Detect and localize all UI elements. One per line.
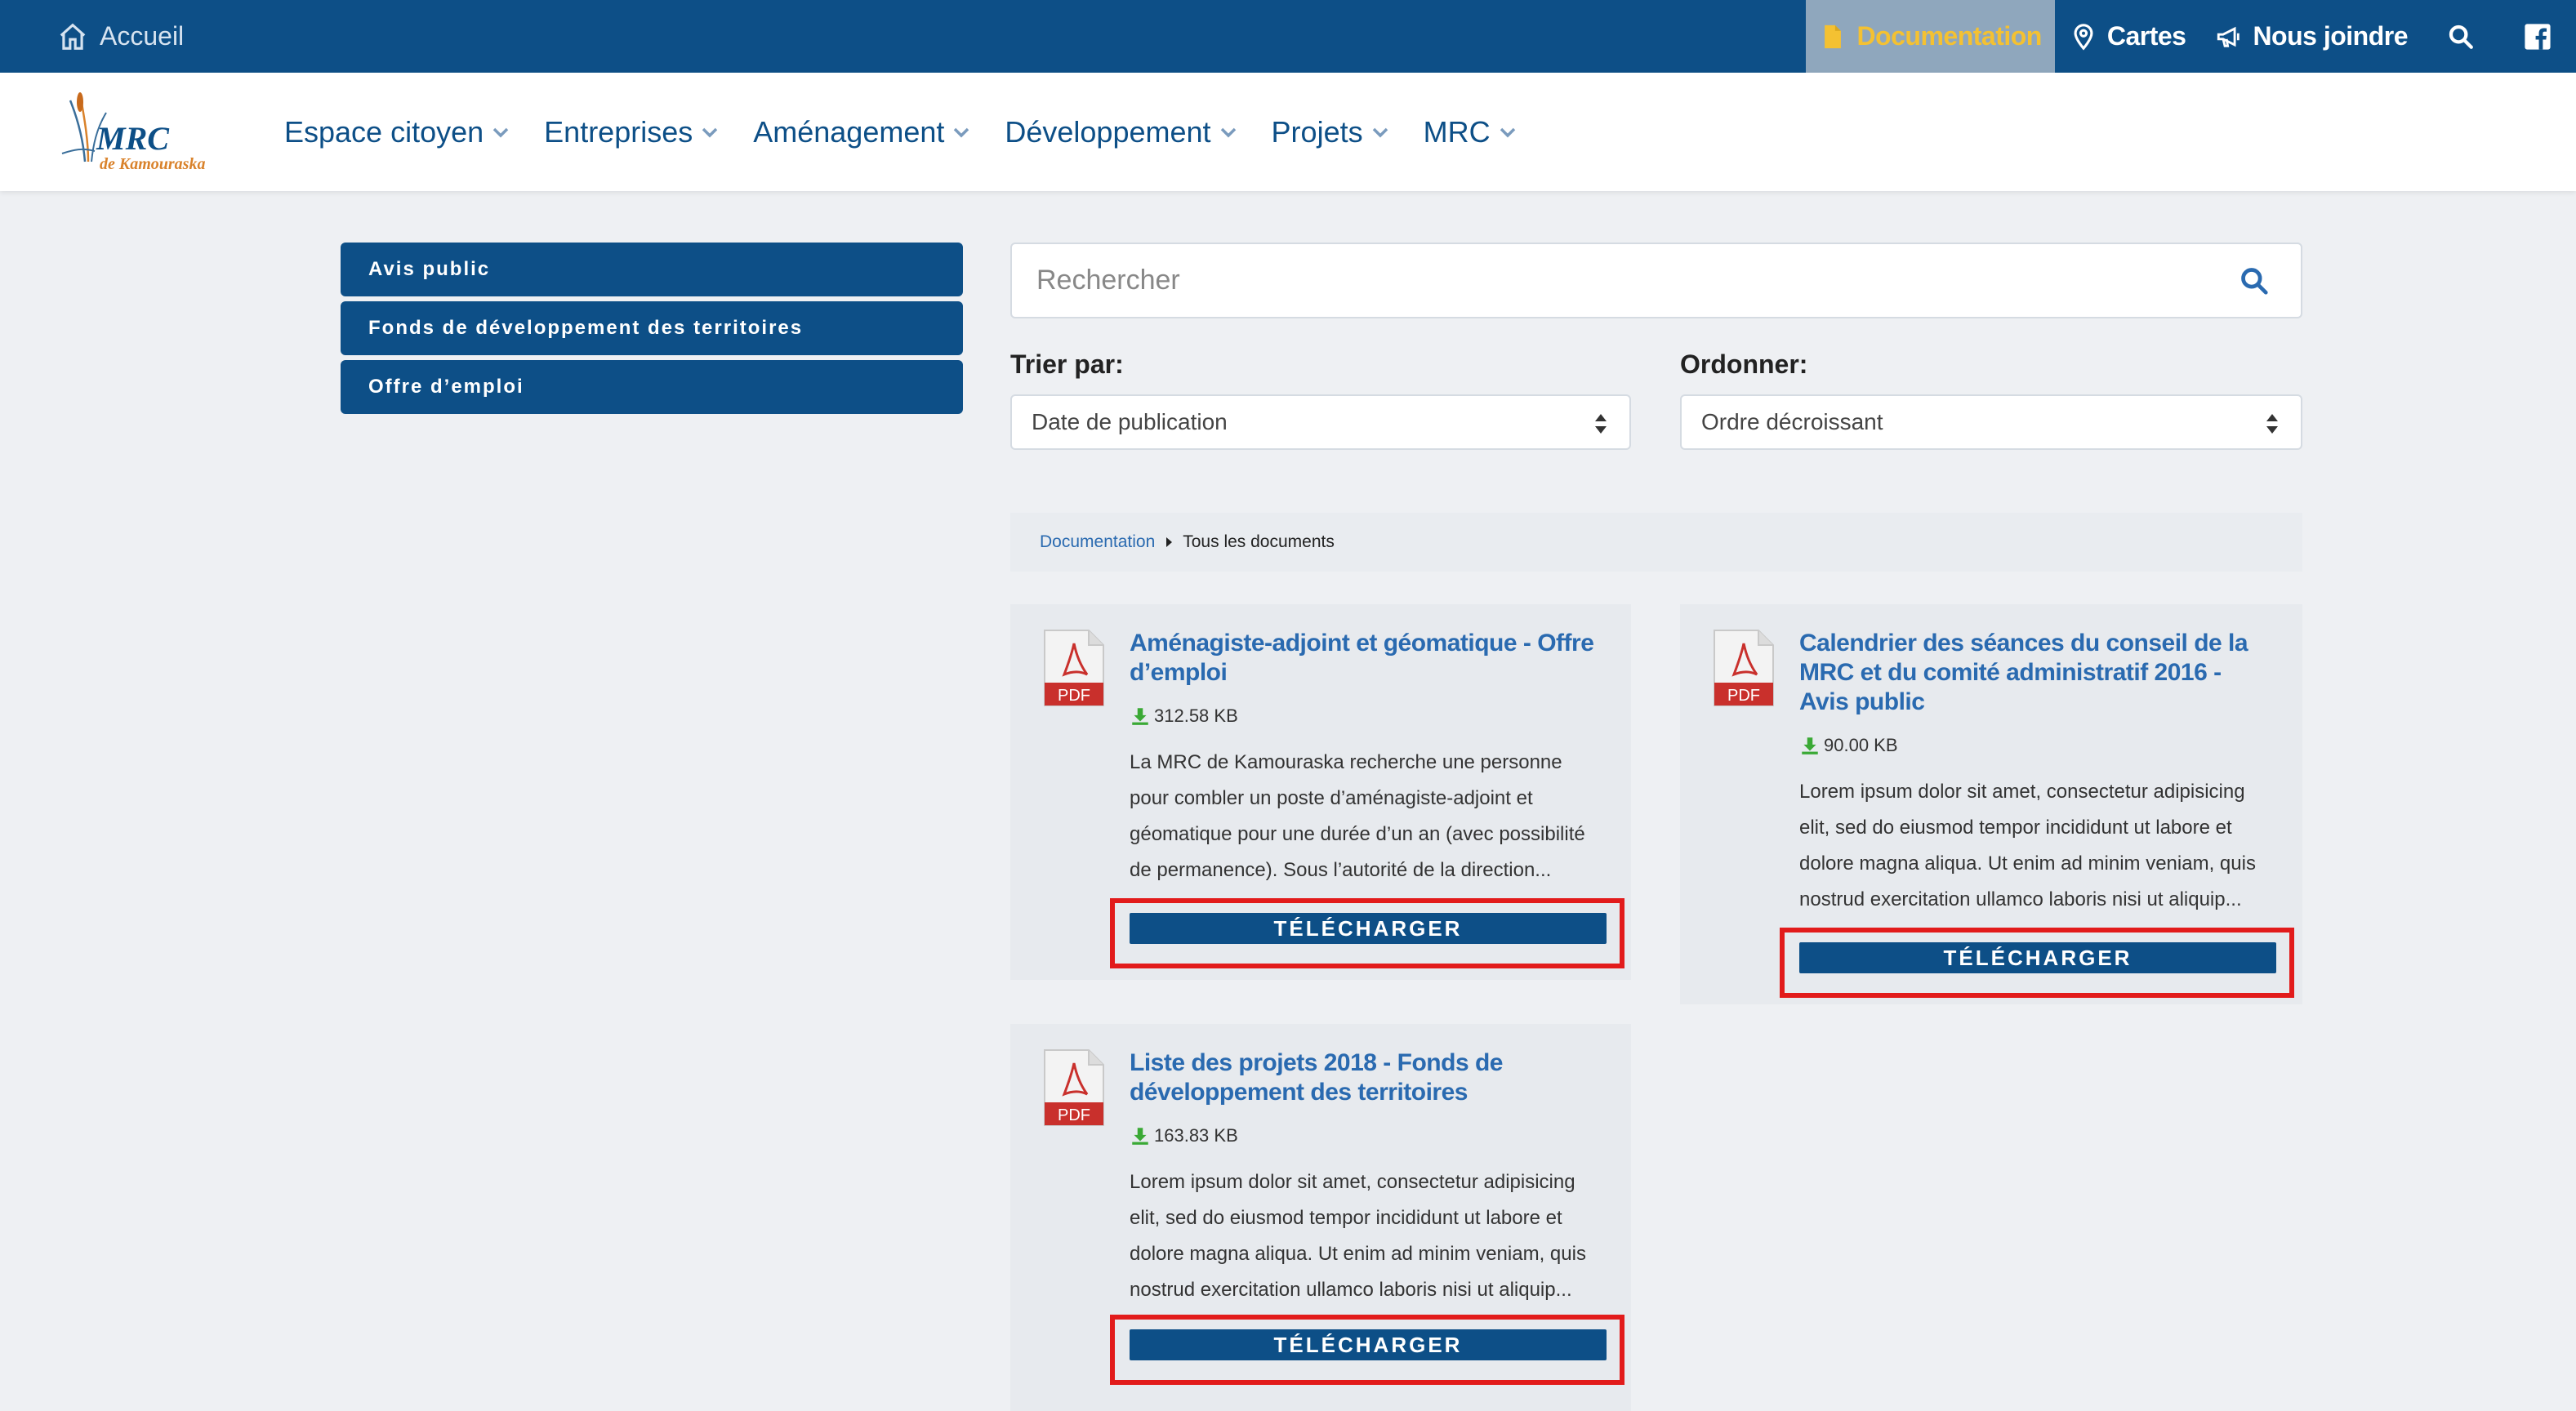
chevron-down-icon	[492, 127, 509, 137]
download-button[interactable]: TÉLÉCHARGER	[1799, 942, 2276, 973]
sidebar-item-offre-emploi[interactable]: Offre d’emploi	[341, 360, 963, 414]
chevron-down-icon	[954, 127, 969, 137]
search-box	[1010, 243, 2302, 318]
pdf-file-icon: PDF	[1714, 630, 1774, 706]
pdf-label: PDF	[1058, 1106, 1090, 1124]
download-icon	[1132, 708, 1148, 725]
download-button[interactable]: TÉLÉCHARGER	[1130, 1329, 1607, 1360]
select-arrows-icon	[1595, 414, 1607, 434]
logo-text: MRC	[96, 120, 170, 157]
menu-item-mrc[interactable]: MRC	[1424, 115, 1517, 149]
sort-select[interactable]: Date de publication	[1010, 394, 1631, 450]
menu-label: Entreprises	[544, 114, 693, 149]
sort-value: Date de publication	[1032, 409, 1228, 434]
menu-item-amenagement[interactable]: Aménagement	[753, 115, 970, 149]
megaphone-icon	[2217, 26, 2240, 47]
pdf-label: PDF	[1058, 687, 1090, 705]
main-nav: MRC de Kamouraska Espace citoyen Entrepr…	[0, 73, 2576, 191]
file-size: 312.58 KB	[1130, 706, 1238, 727]
file-size-value: 163.83 KB	[1154, 1125, 1238, 1146]
file-size-value: 90.00 KB	[1824, 735, 1898, 755]
map-pin-icon	[2074, 23, 2093, 51]
document-description: Lorem ipsum dolor sit amet, consectetur …	[1799, 781, 2256, 910]
pdf-file-icon: PDF	[1044, 630, 1104, 706]
document-description: La MRC de Kamouraska recherche une perso…	[1130, 751, 1585, 881]
menu-item-espace-citoyen[interactable]: Espace citoyen	[284, 115, 510, 149]
document-card: PDF Liste des projets 2018 - Fonds de dé…	[1010, 1024, 1631, 1411]
pdf-file-icon: PDF	[1044, 1049, 1104, 1126]
category-sidebar: Avis public Fonds de développement des t…	[341, 243, 963, 419]
menu-label: Développement	[1005, 114, 1211, 149]
chevron-down-icon	[702, 127, 718, 137]
nous-joindre-label: Nous joindre	[2253, 21, 2408, 51]
caret-right-icon	[1166, 537, 1173, 547]
main-menu: Espace citoyen Entreprises Aménagement D…	[284, 73, 1551, 191]
pdf-label: PDF	[1727, 687, 1760, 705]
mrc-kamouraska-logo[interactable]: MRC de Kamouraska	[46, 84, 234, 174]
facebook-icon	[2525, 23, 2551, 50]
order-value: Ordre décroissant	[1701, 409, 1883, 434]
cartes-label: Cartes	[2106, 21, 2186, 51]
file-size: 90.00 KB	[1799, 735, 1898, 756]
menu-label: MRC	[1423, 114, 1491, 149]
home-link[interactable]: Accueil	[57, 0, 184, 73]
sidebar-item-fonds-developpement[interactable]: Fonds de développement des territoires	[341, 301, 963, 355]
nous-joindre-link[interactable]: Nous joindre	[2200, 0, 2422, 73]
chevron-down-icon	[1220, 127, 1236, 137]
download-icon	[1132, 1128, 1148, 1145]
home-label: Accueil	[100, 21, 185, 51]
facebook-link[interactable]	[2499, 0, 2576, 73]
menu-item-projets[interactable]: Projets	[1272, 115, 1389, 149]
download-icon	[1802, 737, 1818, 754]
download-button[interactable]: TÉLÉCHARGER	[1130, 913, 1607, 944]
chevron-down-icon	[1372, 127, 1388, 137]
menu-label: Projets	[1271, 114, 1363, 149]
search-toggle-button[interactable]	[2422, 0, 2499, 73]
document-title-link[interactable]: Calendrier des séances du conseil de la …	[1799, 629, 2273, 717]
file-size-value: 312.58 KB	[1154, 706, 1238, 726]
order-label: Ordonner:	[1680, 349, 1808, 379]
file-size: 163.83 KB	[1130, 1125, 1238, 1146]
document-title-link[interactable]: Aménagiste-adjoint et géomatique - Offre…	[1130, 629, 1603, 688]
document-card: PDF Aménagiste-adjoint et géomatique - O…	[1010, 604, 1631, 980]
breadcrumb: Documentation Tous les documents	[1010, 513, 2302, 572]
search-input[interactable]	[1036, 244, 2180, 317]
menu-item-developpement[interactable]: Développement	[1005, 115, 1237, 149]
home-icon	[60, 23, 86, 50]
document-description: Lorem ipsum dolor sit amet, consectetur …	[1130, 1171, 1586, 1301]
menu-label: Aménagement	[753, 114, 945, 149]
menu-label: Espace citoyen	[284, 114, 484, 149]
top-bar: Accueil Documentation Cartes Nous joindr…	[0, 0, 2576, 73]
document-card: PDF Calendrier des séances du conseil de…	[1680, 604, 2302, 1004]
document-icon	[1825, 24, 1842, 48]
sort-label: Trier par:	[1010, 349, 1124, 379]
documentation-link[interactable]: Documentation	[1806, 0, 2055, 73]
menu-item-entreprises[interactable]: Entreprises	[544, 115, 719, 149]
breadcrumb-link-documentation[interactable]: Documentation	[1040, 532, 1155, 552]
order-select[interactable]: Ordre décroissant	[1680, 394, 2302, 450]
document-title-link[interactable]: Liste des projets 2018 - Fonds de dévelo…	[1130, 1048, 1603, 1107]
cartes-link[interactable]: Cartes	[2055, 0, 2201, 73]
chevron-down-icon	[1500, 127, 1515, 137]
breadcrumb-current: Tous les documents	[1183, 532, 1335, 551]
logo-subtext: de Kamouraska	[100, 155, 205, 173]
sidebar-item-avis-public[interactable]: Avis public	[341, 243, 963, 296]
select-arrows-icon	[2266, 414, 2278, 434]
search-icon	[2449, 24, 2473, 49]
documentation-label: Documentation	[1856, 21, 2042, 51]
search-icon[interactable]	[2239, 265, 2270, 296]
